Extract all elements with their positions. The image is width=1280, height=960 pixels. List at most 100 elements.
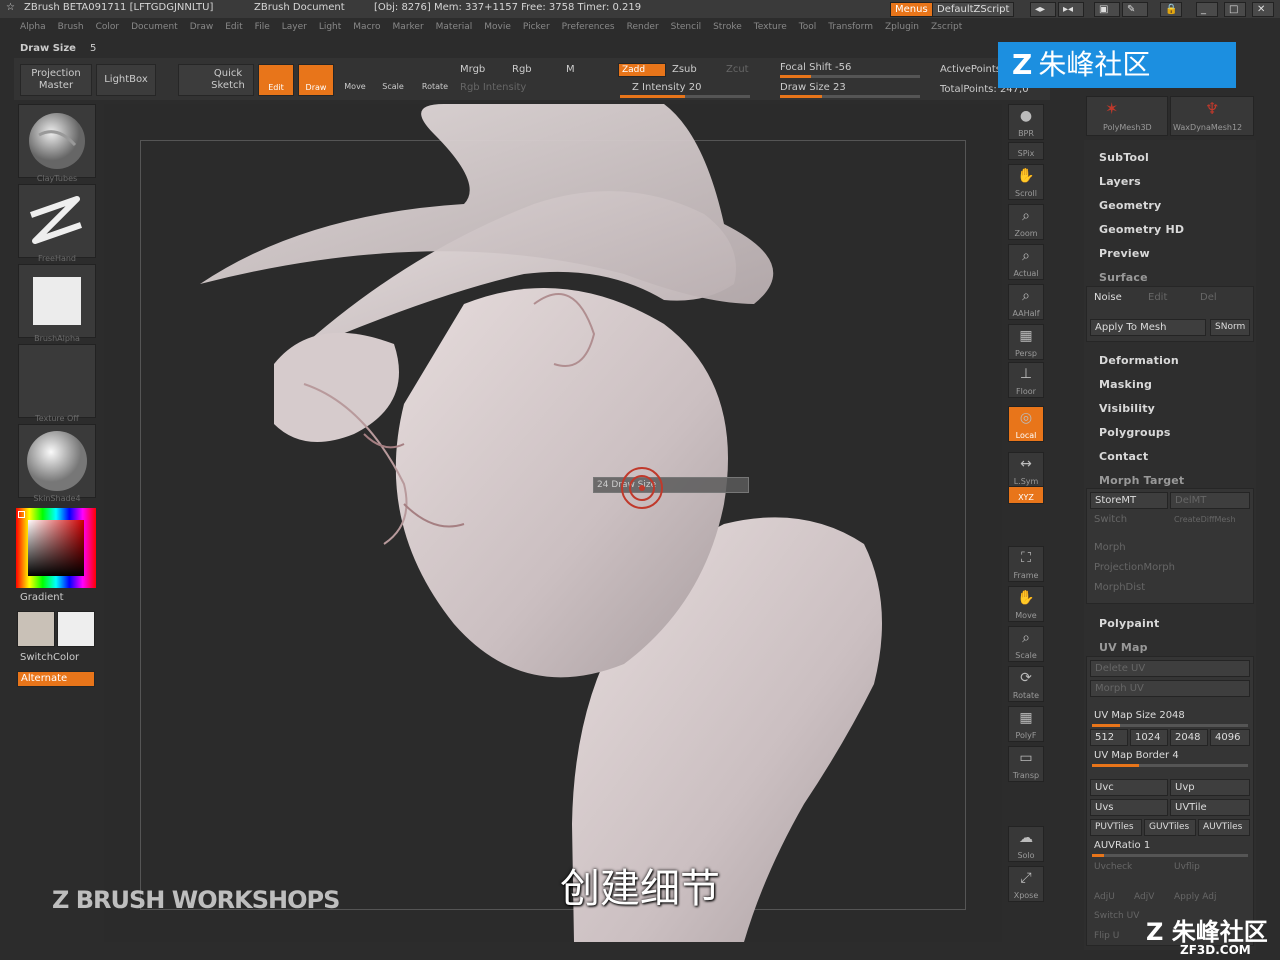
view-button-polyf[interactable]: ▦ PolyF (1008, 706, 1044, 742)
morph-slider[interactable]: Morph (1090, 540, 1250, 557)
menu-item[interactable]: Alpha (20, 22, 46, 32)
contact-menu[interactable]: Contact (1099, 450, 1148, 463)
quick-sketch-button[interactable]: Quick Sketch (178, 64, 254, 96)
apply-to-mesh-button[interactable]: Apply To Mesh (1090, 319, 1206, 336)
preview-menu[interactable]: Preview (1099, 247, 1150, 260)
switch-button[interactable]: Switch (1090, 512, 1168, 529)
deformation-menu[interactable]: Deformation (1099, 354, 1179, 367)
uv-map-border-slider[interactable]: UV Map Border 4 (1090, 748, 1250, 765)
uvs-button[interactable]: Uvs (1090, 799, 1168, 816)
dynamesh-thumb[interactable]: ♆ WaxDynaMesh12 (1170, 96, 1254, 136)
prev-layout-icon[interactable]: ◂▸ (1030, 2, 1056, 17)
menu-item[interactable]: Draw (190, 22, 214, 32)
menu-item[interactable]: Picker (523, 22, 550, 32)
view-button-frame[interactable]: ⛶ Frame (1008, 546, 1044, 582)
focal-shift-track[interactable] (780, 75, 920, 78)
create-diff-mesh-button[interactable]: CreateDiffMesh (1170, 512, 1250, 529)
stroke-selector[interactable] (18, 184, 96, 258)
view-button-rotate[interactable]: ⟳ Rotate (1008, 666, 1044, 702)
menu-item[interactable]: Material (436, 22, 473, 32)
morph-target-menu[interactable]: Morph Target (1099, 474, 1184, 487)
zcut-button[interactable]: Zcut (726, 64, 749, 75)
view-button-spix[interactable]: ⋯SPix (1008, 142, 1044, 160)
default-zscript-button[interactable]: DefaultZScript (932, 2, 1015, 17)
view-button-actual[interactable]: ⌕ Actual (1008, 244, 1044, 280)
view-button-scale[interactable]: ⌕ Scale (1008, 626, 1044, 662)
noise-del-button[interactable]: Del (1196, 290, 1246, 307)
color-square[interactable] (28, 520, 84, 576)
polymesh-thumb[interactable]: ✶ PolyMesh3D (1086, 96, 1168, 136)
menu-item[interactable]: Brush (58, 22, 84, 32)
view-button-scroll[interactable]: ✋ Scroll (1008, 164, 1044, 200)
next-layout-icon[interactable]: ▸◂ (1058, 2, 1084, 17)
uvcheck-button[interactable]: Uvcheck (1090, 860, 1168, 877)
switch-color-button[interactable]: SwitchColor (20, 652, 79, 663)
view-button-local[interactable]: ◎ Local (1008, 406, 1044, 442)
palette-icon[interactable]: ▣ (1094, 2, 1120, 17)
view-button-floor[interactable]: ⊥ Floor (1008, 362, 1044, 398)
surface-menu[interactable]: Surface (1099, 271, 1148, 284)
main-color-swatch[interactable] (17, 611, 55, 647)
uvc-button[interactable]: Uvc (1090, 779, 1168, 796)
view-button-move[interactable]: ✋ Move (1008, 586, 1044, 622)
brush-selector[interactable] (18, 104, 96, 178)
menu-item[interactable]: Render (627, 22, 659, 32)
color-picker[interactable] (16, 508, 96, 588)
polygroups-menu[interactable]: Polygroups (1099, 426, 1171, 439)
masking-menu[interactable]: Masking (1099, 378, 1152, 391)
zsub-button[interactable]: Zsub (672, 64, 697, 75)
focal-shift-slider[interactable]: Focal Shift -56 (780, 62, 851, 73)
menu-item[interactable]: Macro (353, 22, 380, 32)
edit-mode-button[interactable]: Edit (258, 64, 294, 96)
lightbox-button[interactable]: LightBox (96, 64, 156, 96)
texture-selector[interactable] (18, 344, 96, 418)
menu-item[interactable]: Light (319, 22, 341, 32)
uv-map-size-slider[interactable]: UV Map Size 2048 (1090, 708, 1250, 725)
tool-icon[interactable]: ✎ (1122, 2, 1148, 17)
view-button-bpr[interactable]: ● BPR (1008, 104, 1044, 140)
menu-item[interactable]: Movie (484, 22, 511, 32)
menu-item[interactable]: Stencil (671, 22, 701, 32)
rgb-intensity-slider[interactable]: Rgb Intensity (460, 82, 526, 93)
geometry-menu[interactable]: Geometry (1099, 199, 1161, 212)
menu-item[interactable]: Color (96, 22, 120, 32)
m-button[interactable]: M (566, 64, 575, 75)
morph-dist-slider[interactable]: MorphDist (1090, 580, 1250, 597)
view-button-xyz[interactable]: ✣XYZ (1008, 486, 1044, 504)
menu-item[interactable]: Layer (282, 22, 307, 32)
uvflip-button[interactable]: Uvflip (1170, 860, 1250, 877)
noise-edit-button[interactable]: Edit (1144, 290, 1194, 307)
view-button-solo[interactable]: ☁ Solo (1008, 826, 1044, 862)
draw-mode-button[interactable]: Draw (298, 64, 334, 96)
maximize-icon[interactable]: □ (1224, 2, 1246, 17)
uv-size-2048[interactable]: 2048 (1170, 729, 1208, 746)
menu-item[interactable]: File (255, 22, 270, 32)
morph-uv-button[interactable]: Morph UV (1090, 680, 1250, 697)
uv-map-border-track[interactable] (1092, 764, 1248, 767)
subtool-menu[interactable]: SubTool (1099, 151, 1149, 164)
puvtiles-button[interactable]: PUVTiles (1090, 819, 1142, 836)
menu-item[interactable]: Stroke (713, 22, 742, 32)
secondary-color-swatch[interactable] (57, 611, 95, 647)
draw-size-track[interactable] (780, 95, 920, 98)
rotate-mode-button[interactable]: Rotate (416, 64, 454, 96)
layers-menu[interactable]: Layers (1099, 175, 1141, 188)
geometry-hd-menu[interactable]: Geometry HD (1099, 223, 1184, 236)
z-intensity-slider[interactable]: Z Intensity 20 (632, 82, 701, 93)
menu-item[interactable]: Transform (828, 22, 873, 32)
uv-map-size-track[interactable] (1092, 724, 1248, 727)
snorm-slider[interactable]: SNorm (1210, 319, 1250, 336)
draw-size-slider[interactable]: Draw Size 23 (780, 82, 846, 93)
alternate-button[interactable]: Alternate (17, 671, 95, 687)
visibility-menu[interactable]: Visibility (1099, 402, 1155, 415)
sculpt-model[interactable] (104, 104, 1002, 942)
auvratio-slider[interactable]: AUVRatio 1 (1090, 838, 1250, 855)
mrgb-button[interactable]: Mrgb (460, 64, 485, 75)
close-icon[interactable]: ✕ (1252, 2, 1274, 17)
menu-item[interactable]: Document (131, 22, 178, 32)
alpha-selector[interactable] (18, 264, 96, 338)
view-button-xpose[interactable]: ⤢ Xpose (1008, 866, 1044, 902)
menu-item[interactable]: Zscript (931, 22, 962, 32)
menu-item[interactable]: Marker (393, 22, 424, 32)
scale-mode-button[interactable]: Scale (376, 64, 410, 96)
